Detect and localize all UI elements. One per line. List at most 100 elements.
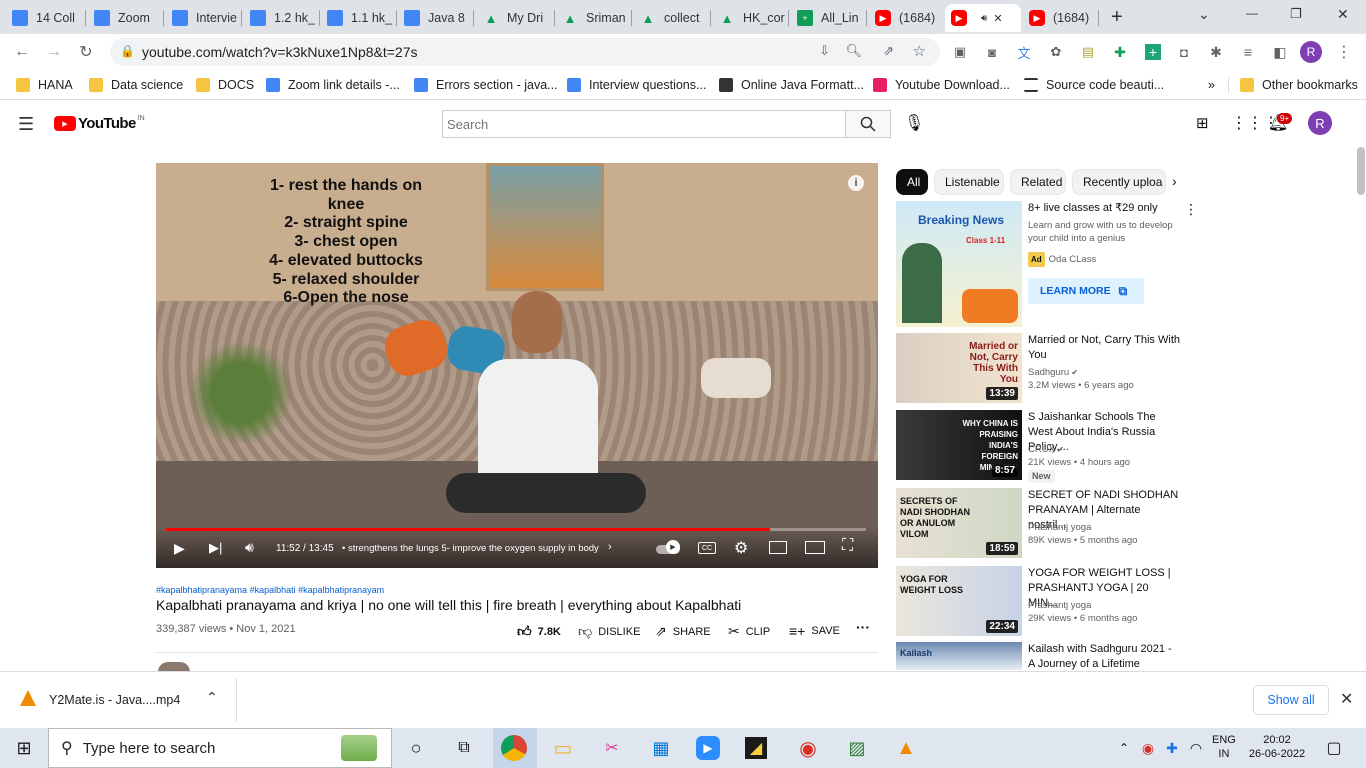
translate-icon[interactable]: 文	[1014, 42, 1034, 62]
language-indicator[interactable]: ENG IN	[1212, 733, 1236, 761]
address-bar[interactable]: 🔒 youtube.com/watch?v=k3kNuxe1Np8&t=27s …	[110, 38, 940, 66]
zoom-app-icon[interactable]: ▶	[696, 736, 720, 760]
search-input[interactable]	[442, 110, 846, 138]
channel-name[interactable]: Sadhguru ✔	[1028, 366, 1078, 379]
share-button[interactable]: ⇗ SHARE	[655, 623, 711, 640]
captions-icon[interactable]: CC	[698, 542, 716, 554]
dislike-button[interactable]: 👎︎ DISLIKE	[578, 623, 640, 640]
browser-tab[interactable]: ▲ Sriman	[556, 4, 632, 32]
install-icon[interactable]: ⇩	[819, 43, 830, 59]
share-page-icon[interactable]: ⇗	[883, 43, 894, 59]
account-avatar[interactable]: R	[1308, 111, 1332, 135]
create-video-icon[interactable]: ⊞	[1196, 114, 1209, 132]
file-explorer-icon[interactable]: ▭	[549, 734, 577, 762]
clock[interactable]: 20:02 26-06-2022	[1244, 733, 1310, 761]
extension-icon[interactable]: ✚	[1110, 42, 1130, 62]
video-title[interactable]: Kailash with Sadhguru 2021 - A Journey o…	[1028, 642, 1180, 672]
extension-icon[interactable]: ▤	[1078, 42, 1098, 62]
fullscreen-icon[interactable]: ⛶	[842, 537, 853, 555]
minimize-icon[interactable]: —	[1246, 6, 1258, 20]
play-icon[interactable]: ▶	[174, 540, 185, 557]
task-view-icon[interactable]: ⧉	[450, 734, 478, 762]
miniplayer-icon[interactable]	[769, 541, 787, 554]
kebab-menu-icon[interactable]: ⋮	[1334, 42, 1354, 62]
filter-chip[interactable]: Recently uploa	[1072, 169, 1166, 195]
browser-tab[interactable]: ▶ (1684)	[869, 4, 943, 32]
microphone-icon[interactable]: 🎙︎	[904, 113, 924, 133]
channel-name[interactable]: Prashantj yoga	[1028, 599, 1091, 612]
chips-next-icon[interactable]: ›	[1172, 173, 1177, 189]
filter-chip[interactable]: Listenable	[934, 169, 1004, 195]
download-filename[interactable]: Y2Mate.is - Java....mp4	[49, 693, 180, 707]
audio-playing-icon[interactable]: 🔊︎	[981, 13, 987, 24]
task-manager-icon[interactable]: ▨	[843, 734, 871, 762]
theater-mode-icon[interactable]	[805, 541, 825, 554]
settings-gear-icon[interactable]: ⚙	[734, 538, 748, 558]
browser-tab[interactable]: 1.2 hk_	[244, 4, 320, 32]
youtube-logo[interactable]: ▶ YouTube IN	[54, 115, 145, 132]
wifi-icon[interactable]: ◠	[1182, 734, 1210, 762]
video-thumbnail[interactable]: Married or Not, Carry This With You 13:39	[896, 333, 1022, 403]
extension-icon[interactable]: ◘	[1174, 42, 1194, 62]
cortana-icon[interactable]: ○	[402, 734, 430, 762]
extension-icon[interactable]: +	[1145, 44, 1161, 60]
video-thumbnail[interactable]: Kailash	[896, 642, 1022, 670]
recommended-video[interactable]: SECRETS OF NADI SHODHAN OR ANULOM VILOM 1…	[896, 488, 1186, 558]
close-window-icon[interactable]: ✕	[1337, 6, 1349, 23]
video-thumbnail[interactable]: SECRETS OF NADI SHODHAN OR ANULOM VILOM 1…	[896, 488, 1022, 558]
recorder-icon[interactable]: ◉	[794, 734, 822, 762]
puzzle-icon[interactable]: ✱	[1206, 42, 1226, 62]
taskbar-search-box[interactable]: ⚲ Type here to search	[48, 728, 392, 768]
sticky-notes-icon[interactable]: ◢	[745, 737, 767, 759]
profile-avatar[interactable]: R	[1300, 41, 1322, 63]
bookmark-item[interactable]: HANA	[16, 75, 73, 95]
forward-icon[interactable]: →	[44, 42, 64, 62]
filter-chip[interactable]: All	[896, 169, 928, 195]
reload-icon[interactable]: ↻	[76, 42, 96, 62]
hamburger-menu-icon[interactable]: ☰	[18, 114, 34, 135]
snipping-tool-icon[interactable]: ✂	[598, 734, 626, 762]
media-control-icon[interactable]: ≡	[1238, 42, 1258, 62]
recommended-video[interactable]: YOGA FOR WEIGHT LOSS 22:34 YOGA FOR WEIGHT…	[896, 566, 1186, 636]
filter-chip[interactable]: Related	[1010, 169, 1066, 195]
browser-tab[interactable]: ▲ HK_cor	[713, 4, 789, 32]
browser-tab[interactable]: 14 Coll	[6, 4, 86, 32]
learn-more-button[interactable]: LEARN MORE ⧉	[1028, 278, 1144, 304]
close-tab-icon[interactable]: ✕	[993, 12, 1002, 25]
bookmark-item[interactable]: Interview questions...	[567, 75, 706, 95]
side-panel-icon[interactable]: ◧	[1270, 42, 1290, 62]
bookmark-item[interactable]: Source code beauti...	[1024, 75, 1164, 95]
chevron-down-icon[interactable]: ⌄	[1198, 6, 1210, 23]
video-thumbnail[interactable]: WHY CHINA IS PRAISING INDIA'S FOREIGN MI…	[896, 410, 1022, 480]
video-thumbnail[interactable]: YOGA FOR WEIGHT LOSS 22:34	[896, 566, 1022, 636]
zoom-icon[interactable]: 🔍︎	[845, 43, 862, 59]
browser-tab[interactable]: Java 8	[398, 4, 474, 32]
channel-name[interactable]: CRUX ✔	[1028, 443, 1064, 456]
info-icon[interactable]: i	[848, 175, 864, 191]
chapter-chevron-icon[interactable]: ›	[608, 541, 612, 553]
browser-tab[interactable]: ▲ My Dri	[477, 4, 555, 32]
save-button[interactable]: ≡+ SAVE	[789, 623, 840, 639]
windows-start-icon[interactable]: ⊞	[10, 734, 38, 762]
notification-center-icon[interactable]: ▢	[1320, 734, 1348, 762]
more-actions-icon[interactable]: ···	[856, 619, 870, 635]
download-options-chevron-icon[interactable]: ⌃	[206, 689, 218, 706]
extension-icon[interactable]: ▣	[950, 42, 970, 62]
restore-icon[interactable]: ❐	[1290, 6, 1302, 22]
browser-tab[interactable]: ▶ 🔊︎ ✕	[945, 4, 1021, 32]
close-download-bar-icon[interactable]: ✕	[1340, 689, 1353, 709]
other-bookmarks[interactable]: Other bookmarks	[1240, 75, 1358, 95]
vlc-icon[interactable]: ▲	[892, 734, 920, 762]
browser-tab[interactable]: + All_Lin	[791, 4, 867, 32]
ad-thumbnail[interactable]: Breaking News Class 1-11	[896, 201, 1022, 327]
chrome-icon[interactable]	[501, 735, 527, 761]
bookmark-item[interactable]: DOCS	[196, 75, 254, 95]
ad-title[interactable]: 8+ live classes at ₹29 only	[1028, 201, 1168, 216]
volume-icon[interactable]: 🔊︎	[245, 539, 254, 556]
bookmark-item[interactable]: Online Java Formatt...	[719, 75, 864, 95]
next-video-icon[interactable]: ▶|	[209, 540, 222, 556]
recommended-video[interactable]: Married or Not, Carry This With You 13:39…	[896, 333, 1186, 403]
page-scrollbar[interactable]	[1357, 147, 1365, 195]
browser-tab[interactable]: ▲ collect	[634, 4, 711, 32]
progress-track[interactable]	[166, 528, 866, 531]
